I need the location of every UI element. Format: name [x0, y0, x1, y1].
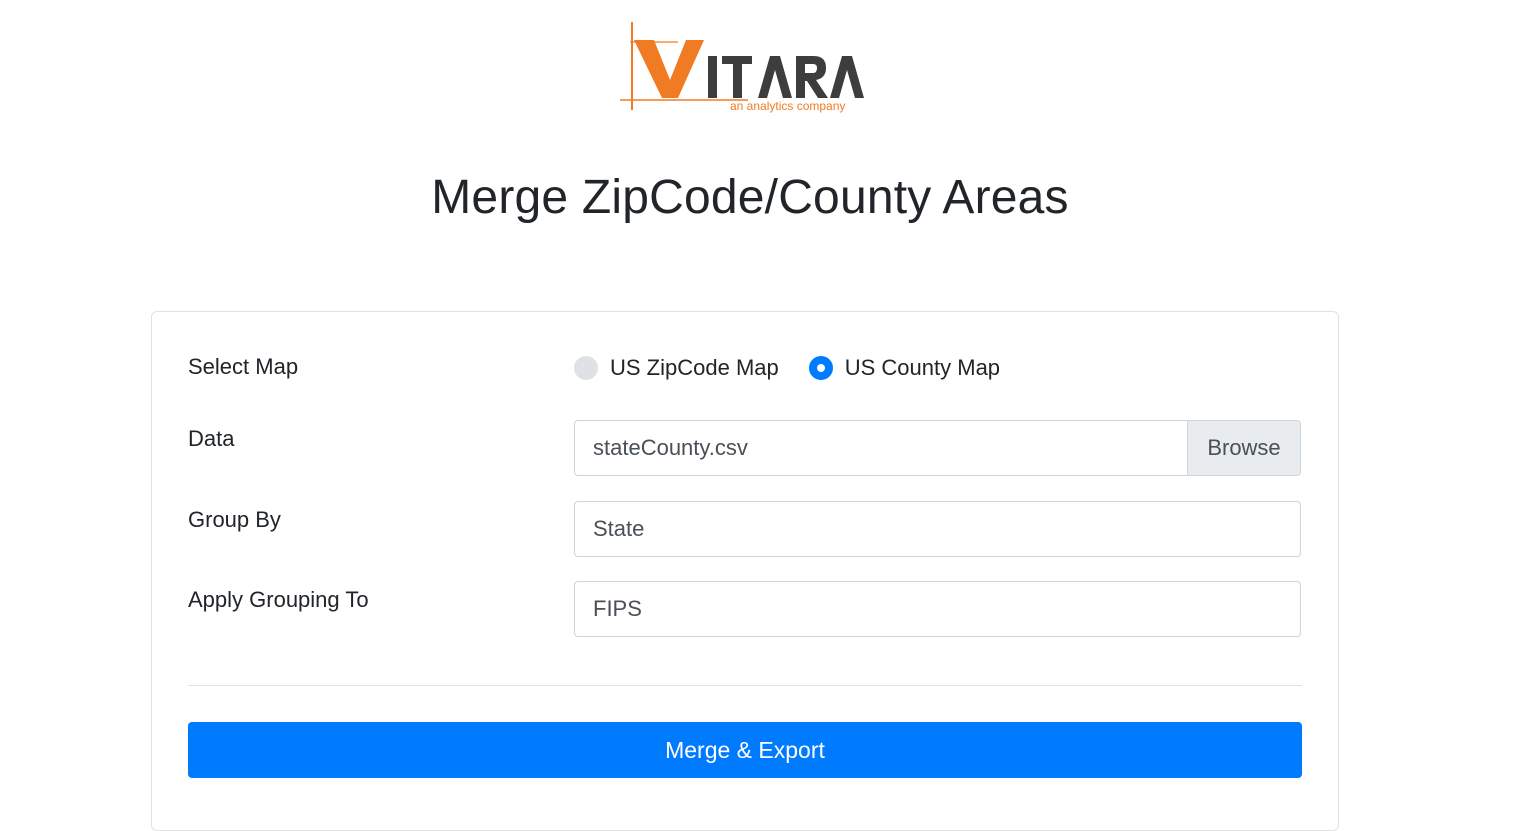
group-by-row: Group By State — [188, 501, 1302, 557]
radio-button-unchecked[interactable] — [574, 356, 598, 380]
data-row: Data stateCounty.csv Browse — [188, 420, 1302, 476]
vitara-logo: an analytics company — [618, 18, 878, 118]
map-radio-group: US ZipCode Map US County Map — [574, 352, 1030, 384]
radio-label-zipcode: US ZipCode Map — [610, 355, 779, 380]
radio-button-checked[interactable] — [808, 356, 833, 380]
apply-grouping-value: FIPS — [593, 596, 642, 621]
apply-grouping-select[interactable]: FIPS — [574, 581, 1301, 637]
logo-tagline: an analytics company — [730, 99, 845, 113]
group-by-select[interactable]: State — [574, 501, 1301, 557]
data-file-name: stateCounty.csv — [593, 435, 748, 460]
data-label: Data — [188, 426, 235, 451]
select-map-row: Select Map US ZipCode Map US County Map — [188, 352, 1302, 384]
group-by-label: Group By — [188, 507, 281, 532]
radio-us-county-map[interactable]: US County Map — [808, 355, 1001, 381]
radio-label-county: US County Map — [844, 355, 1001, 380]
page-title: Merge ZipCode/County Areas — [431, 171, 1069, 224]
radio-us-zipcode-map[interactable]: US ZipCode Map — [574, 355, 779, 381]
apply-grouping-row: Apply Grouping To FIPS — [188, 581, 1302, 637]
group-by-value: State — [593, 516, 645, 541]
apply-grouping-label: Apply Grouping To — [188, 587, 369, 612]
merge-export-button[interactable]: Merge & Export — [188, 722, 1302, 778]
form-divider — [188, 685, 1302, 686]
select-map-label: Select Map — [188, 354, 299, 379]
browse-button[interactable]: Browse — [1187, 421, 1300, 475]
merge-form-card: Select Map US ZipCode Map US County Map … — [151, 311, 1339, 831]
data-file-input[interactable]: stateCounty.csv Browse — [574, 420, 1301, 476]
